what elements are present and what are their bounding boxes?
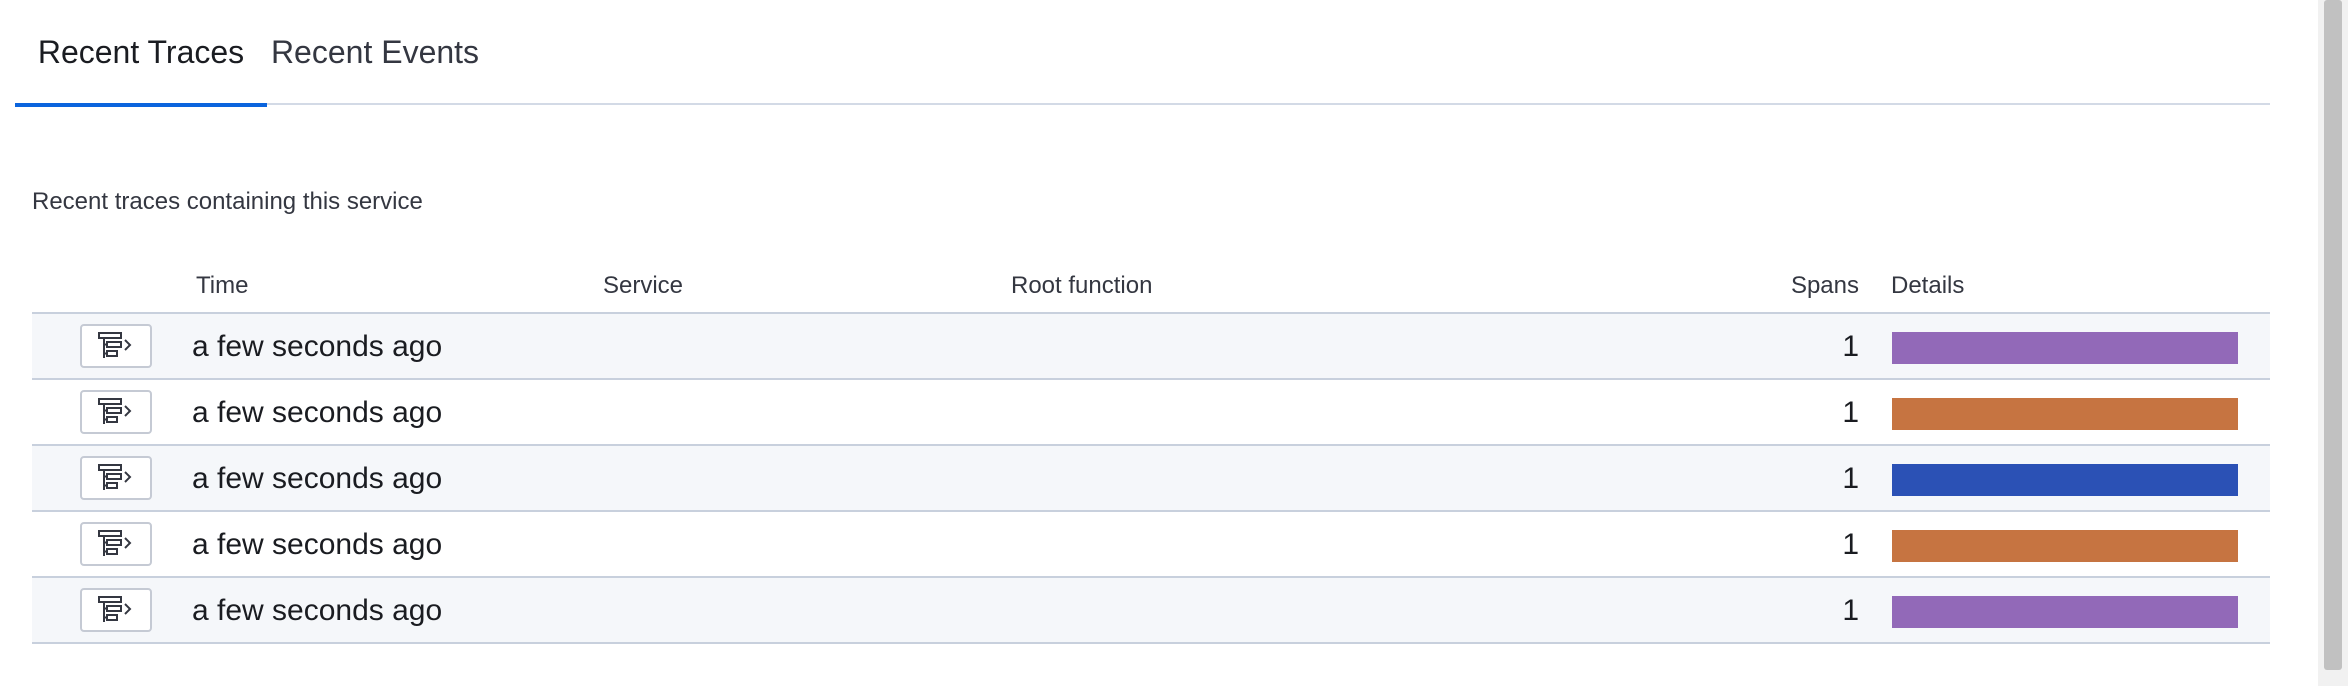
trace-time: a few seconds ago: [192, 462, 443, 495]
trace-waterfall-icon: [98, 332, 132, 358]
trace-details-bar[interactable]: [1892, 530, 2238, 562]
table-header: Time Service Root function Spans Details: [32, 262, 2270, 314]
view-trace-button[interactable]: [80, 390, 152, 434]
tab-recent-traces-label: Recent Traces: [37, 34, 245, 70]
view-trace-button[interactable]: [80, 456, 152, 500]
table-row: a few seconds ago 1: [32, 512, 2270, 578]
tab-recent-events[interactable]: Recent Events: [267, 0, 483, 105]
trace-spans: 1: [1842, 528, 1859, 561]
trace-spans: 1: [1842, 462, 1859, 495]
section-description: Recent traces containing this service: [32, 188, 423, 215]
column-header-service[interactable]: Service: [603, 272, 683, 300]
trace-time: a few seconds ago: [192, 396, 443, 429]
column-header-time[interactable]: Time: [196, 272, 248, 300]
trace-waterfall-icon: [98, 398, 132, 424]
scrollbar-thumb[interactable]: [2324, 0, 2342, 670]
tab-bar: Recent Traces Recent Events: [15, 0, 2270, 107]
traces-table: Time Service Root function Spans Details: [32, 262, 2270, 644]
view-trace-button[interactable]: [80, 588, 152, 632]
trace-time: a few seconds ago: [192, 330, 443, 363]
trace-time: a few seconds ago: [192, 528, 443, 561]
trace-waterfall-icon: [98, 464, 132, 490]
page: Recent Traces Recent Events Recent trace…: [0, 0, 2348, 686]
trace-details-bar[interactable]: [1892, 332, 2238, 364]
trace-spans: 1: [1842, 330, 1859, 363]
table-row: a few seconds ago 1: [32, 380, 2270, 446]
column-header-root-function[interactable]: Root function: [1011, 272, 1152, 300]
trace-time: a few seconds ago: [192, 594, 443, 627]
trace-waterfall-icon: [98, 596, 132, 622]
column-header-spans[interactable]: Spans: [1732, 272, 1859, 300]
table-row: a few seconds ago 1: [32, 314, 2270, 380]
view-trace-button[interactable]: [80, 522, 152, 566]
trace-details-bar[interactable]: [1892, 398, 2238, 430]
trace-waterfall-icon: [98, 530, 132, 556]
table-row: a few seconds ago 1: [32, 446, 2270, 512]
tab-recent-events-label: Recent Events: [270, 34, 480, 70]
trace-details-bar[interactable]: [1892, 596, 2238, 628]
trace-spans: 1: [1842, 396, 1859, 429]
trace-spans: 1: [1842, 594, 1859, 627]
trace-details-bar[interactable]: [1892, 464, 2238, 496]
tab-recent-traces[interactable]: Recent Traces: [15, 0, 267, 107]
table-row: a few seconds ago 1: [32, 578, 2270, 644]
column-header-details: Details: [1891, 272, 1965, 299]
view-trace-button[interactable]: [80, 324, 152, 368]
